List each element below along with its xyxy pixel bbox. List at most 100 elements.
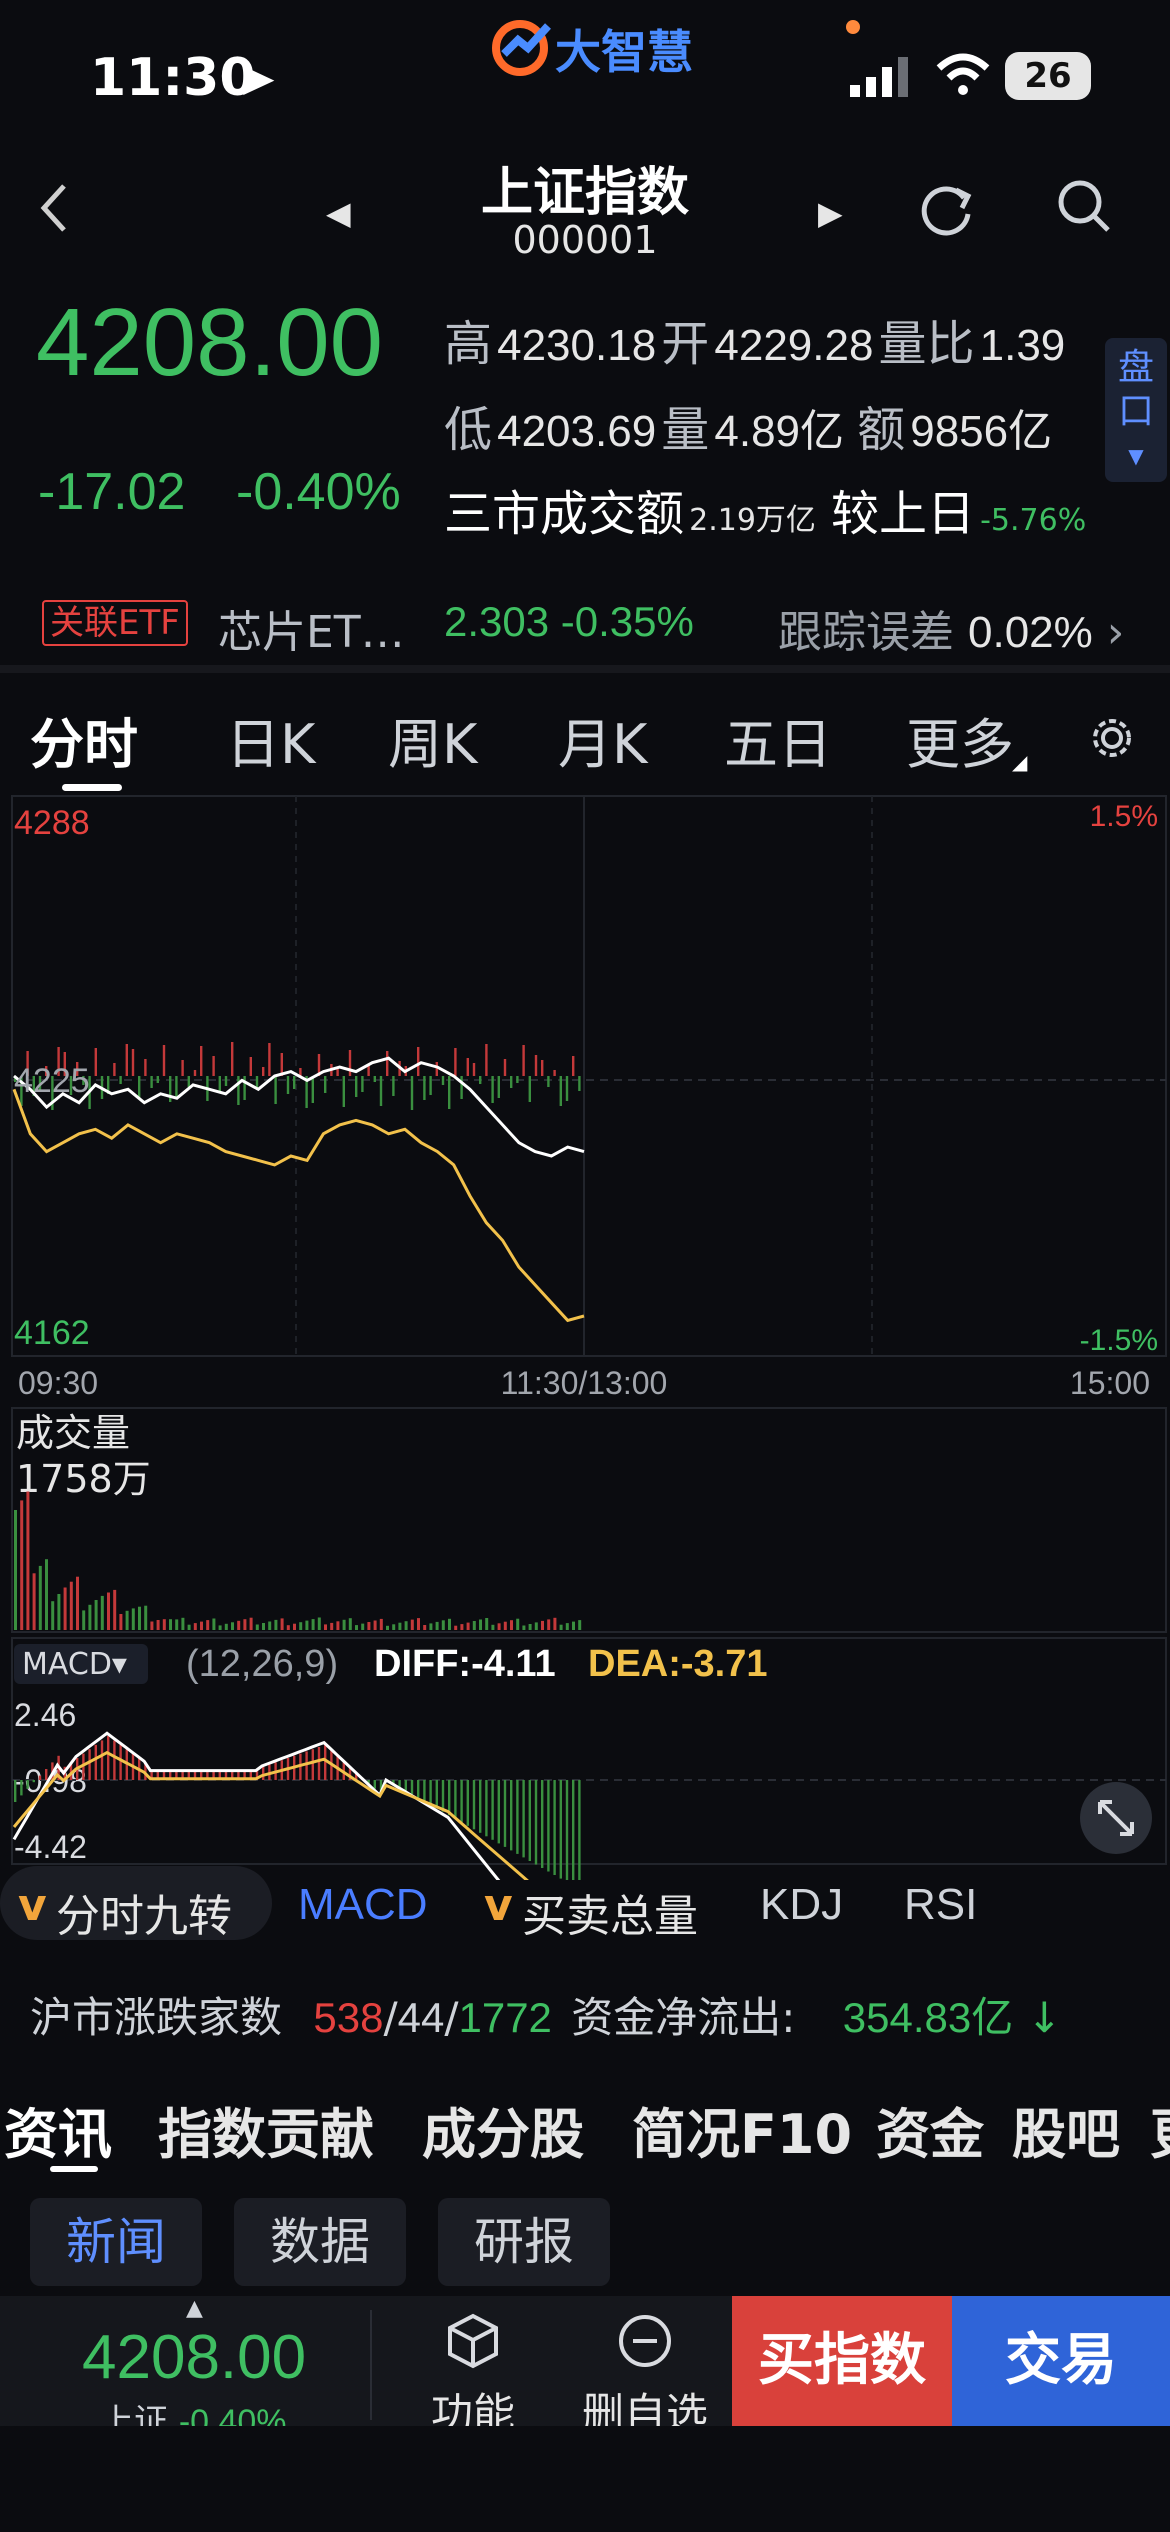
macd-bar xyxy=(472,1780,476,1830)
price-axis-bottom: 4162 xyxy=(14,1314,90,1352)
news-tab-f10[interactable]: 简况F10 xyxy=(632,2090,852,2169)
volume-bar xyxy=(572,1621,575,1630)
volume-bar xyxy=(162,1619,166,1630)
arrow-down-icon: ↓ xyxy=(1026,1993,1062,2042)
subtab-research[interactable]: 研报 xyxy=(438,2198,610,2286)
next-stock-icon[interactable]: ▶ xyxy=(818,194,843,232)
price-activity-bar xyxy=(373,1076,376,1082)
volume-bar xyxy=(280,1618,284,1630)
volume-bar xyxy=(516,1618,520,1630)
price-activity-bar xyxy=(231,1042,234,1076)
volume-bar xyxy=(144,1605,148,1630)
macd-diff: DIFF:-4.11 xyxy=(374,1643,556,1685)
subtab-data[interactable]: 数据 xyxy=(234,2198,406,2286)
macd-bar xyxy=(479,1780,482,1833)
tab-monthly-k[interactable]: 月K xyxy=(558,700,647,779)
indicator-kdj[interactable]: KDJ xyxy=(760,1880,843,1930)
pct-axis-top: 1.5% xyxy=(1090,800,1158,833)
macd-bar xyxy=(20,1780,23,1796)
indicator-rsi[interactable]: RSI xyxy=(904,1880,977,1930)
news-tab-contribution[interactable]: 指数贡献 xyxy=(158,2090,374,2169)
volume-title: 成交量 xyxy=(16,1411,130,1455)
tab-weekly-k[interactable]: 周K xyxy=(388,700,477,779)
price-activity-bar xyxy=(578,1076,581,1091)
volume-bar xyxy=(367,1622,371,1630)
tab-daily-k[interactable]: 日K xyxy=(226,700,315,779)
indicator-buy-sell-volume[interactable]: 买卖总量 xyxy=(522,1880,698,1944)
pankou-button[interactable]: 盘 口 ▼ xyxy=(1105,338,1167,482)
price-activity-bar xyxy=(485,1044,488,1076)
price-activity-bar xyxy=(187,1076,190,1087)
stat-row-2: 低 4203.69 量 4.89亿 额 9856亿 xyxy=(444,390,1052,460)
volume-panel-frame xyxy=(11,1407,1167,1633)
price-activity-bar xyxy=(479,1076,482,1084)
etf-tag: 关联ETF xyxy=(42,600,188,646)
price-activity-bar xyxy=(392,1076,395,1096)
volume-bar xyxy=(410,1619,414,1630)
volume-bar xyxy=(317,1617,321,1630)
news-tab-constituents[interactable]: 成分股 xyxy=(422,2090,584,2169)
settings-gear-icon[interactable] xyxy=(1090,716,1134,760)
macd-bar xyxy=(454,1780,457,1819)
price-activity-bar xyxy=(547,1076,550,1087)
indicator-nine-turn[interactable]: 分时九转 xyxy=(56,1880,232,1944)
remove-watchlist-button[interactable]: 删自选 xyxy=(570,2312,720,2441)
trade-button[interactable]: 交易 xyxy=(952,2296,1170,2426)
recording-dot xyxy=(846,20,860,34)
volume-bar xyxy=(510,1620,513,1630)
tracking-label: 跟踪误差 xyxy=(778,607,954,658)
volume-bar xyxy=(417,1618,420,1630)
volume-bar xyxy=(479,1619,482,1630)
price-activity-bar xyxy=(193,1070,197,1076)
cube-icon xyxy=(448,2313,498,2369)
macd-bar xyxy=(423,1780,426,1802)
volume-bar xyxy=(156,1620,160,1630)
volume-bar xyxy=(398,1622,402,1630)
stat-row-3: 三市成交额 2.19万亿 较上日 -5.76% xyxy=(444,474,1086,544)
volume-bar xyxy=(460,1624,464,1630)
tab-intraday[interactable]: 分时 xyxy=(30,700,138,779)
volume-bar xyxy=(429,1623,433,1630)
price-activity-bar xyxy=(386,1051,389,1076)
price-activity-bar xyxy=(324,1076,327,1093)
price-activity-bar xyxy=(410,1076,414,1110)
volume-bar xyxy=(392,1624,396,1630)
volume-bar xyxy=(553,1617,557,1630)
price-activity-bar xyxy=(156,1076,159,1083)
search-icon[interactable] xyxy=(1056,178,1112,236)
volume-bar xyxy=(175,1619,179,1630)
volume-bar xyxy=(94,1600,98,1630)
price-activity-bar xyxy=(125,1044,128,1076)
volume-bar xyxy=(274,1619,278,1630)
price-activity-bar xyxy=(516,1076,519,1083)
news-tab-funds[interactable]: 资金 xyxy=(876,2090,984,2169)
news-tab-more[interactable]: 更 xyxy=(1150,2090,1170,2169)
macd-bar xyxy=(404,1780,407,1791)
bottom-safe-area xyxy=(0,2426,1170,2532)
tab-five-day[interactable]: 五日 xyxy=(724,700,832,779)
price-activity-bar xyxy=(472,1063,476,1076)
news-tab-forum[interactable]: 股吧 xyxy=(1012,2090,1120,2169)
price-activity-bar xyxy=(119,1076,122,1084)
volume-bar xyxy=(76,1576,79,1630)
tab-more[interactable]: 更多 xyxy=(906,700,1014,779)
intraday-chart[interactable]: 4288 4225 4162 1.5% -1.5% 09:30 11:30/13… xyxy=(0,790,1170,1880)
volume-label: 量 xyxy=(661,402,710,458)
volume-bar xyxy=(262,1623,265,1630)
news-tab-info[interactable]: 资讯 xyxy=(4,2090,112,2169)
volume-bar xyxy=(324,1624,327,1630)
macd-bar xyxy=(317,1747,321,1780)
price-activity-bar xyxy=(559,1076,562,1106)
price-activity-bar xyxy=(441,1076,445,1085)
function-button[interactable]: 功能 xyxy=(398,2312,548,2441)
price-activity-bar xyxy=(355,1076,358,1097)
volume-bar xyxy=(361,1623,365,1630)
volume-bar xyxy=(206,1620,210,1630)
indicator-macd[interactable]: MACD xyxy=(298,1880,428,1930)
price-activity-bar xyxy=(572,1056,575,1076)
buy-index-button[interactable]: 买指数 xyxy=(732,2296,952,2426)
volume-bar xyxy=(249,1617,253,1630)
low-label: 低 xyxy=(444,402,493,458)
refresh-icon[interactable] xyxy=(918,180,976,238)
subtab-news[interactable]: 新闻 xyxy=(30,2198,202,2286)
